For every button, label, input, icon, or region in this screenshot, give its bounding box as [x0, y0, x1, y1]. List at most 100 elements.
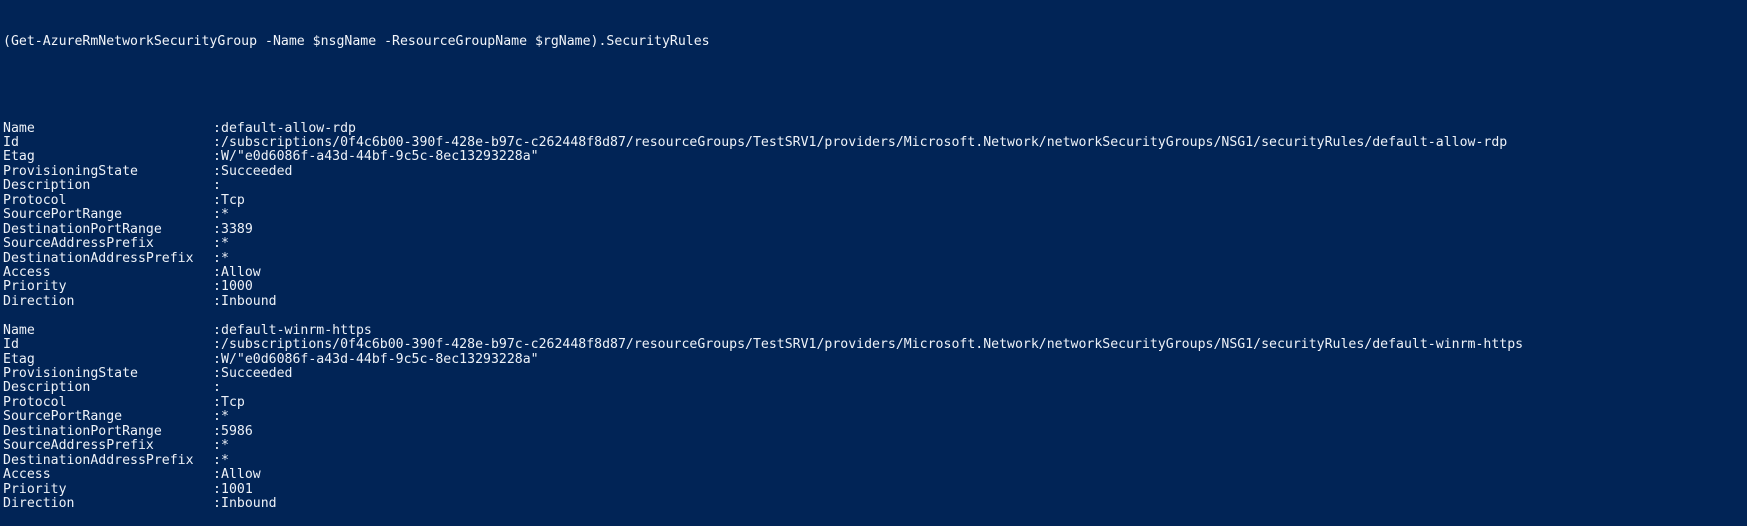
property-name: Priority [3, 482, 67, 497]
property-separator: : [213, 337, 221, 353]
property-separator: : [213, 351, 221, 367]
property-name: ProvisioningState [3, 367, 138, 382]
property-value: Allow [221, 264, 261, 280]
property-name: Description [3, 179, 91, 194]
property-value: * [221, 438, 229, 454]
property-name: DestinationPortRange [3, 424, 162, 439]
property-separator: : [213, 423, 221, 439]
security-rule-block: Name:default-winrm-https Id:/subscription… [3, 322, 1747, 512]
powershell-console-output[interactable]: (Get-AzureRmNetworkSecurityGroup -Name $… [0, 0, 1747, 511]
property-row: SourceAddressPrefix:* [3, 236, 1747, 252]
property-row: Access:Allow [3, 264, 1747, 280]
property-name: Name [3, 121, 35, 136]
property-value: * [221, 207, 229, 223]
property-separator: : [213, 120, 221, 136]
property-row: Etag:W/"e0d6086f-a43d-44bf-9c5c-8ec13293… [3, 351, 1747, 367]
property-row: DestinationPortRange:3389 [3, 221, 1747, 237]
property-name: SourceAddressPrefix [3, 439, 154, 454]
property-name: DestinationPortRange [3, 222, 162, 237]
property-name: Etag [3, 352, 35, 367]
property-name: Access [3, 265, 51, 280]
property-name: Access [3, 468, 51, 483]
property-row: Direction:Inbound [3, 293, 1747, 309]
property-row: Description: [3, 178, 1747, 194]
property-row: DestinationAddressPrefix:* [3, 452, 1747, 468]
property-name: Direction [3, 496, 75, 511]
property-separator: : [213, 467, 221, 483]
property-separator: : [213, 135, 221, 151]
property-row: SourcePortRange:* [3, 409, 1747, 425]
property-value: * [221, 250, 229, 266]
property-value: 3389 [221, 221, 253, 237]
property-row: Description: [3, 380, 1747, 396]
property-separator: : [213, 221, 221, 237]
property-row: Etag:W/"e0d6086f-a43d-44bf-9c5c-8ec13293… [3, 149, 1747, 165]
property-separator: : [213, 207, 221, 223]
property-separator: : [213, 438, 221, 454]
property-name: ProvisioningState [3, 164, 138, 179]
property-separator: : [213, 409, 221, 425]
property-separator: : [213, 264, 221, 280]
property-row: Id:/subscriptions/0f4c6b00-390f-428e-b97… [3, 337, 1747, 353]
property-row: Name:default-allow-rdp [3, 120, 1747, 136]
property-value: Allow [221, 467, 261, 483]
property-value: /subscriptions/0f4c6b00-390f-428e-b97c-c… [221, 337, 1524, 353]
security-rule-block: Name:default-allow-rdp Id:/subscriptions/… [3, 120, 1747, 310]
property-value: * [221, 409, 229, 425]
property-row: Priority:1001 [3, 481, 1747, 497]
security-rules-output: Name:default-allow-rdp Id:/subscriptions/… [3, 120, 1747, 512]
property-value: 1000 [221, 279, 253, 295]
property-separator: : [213, 495, 221, 511]
property-value: * [221, 236, 229, 252]
property-separator: : [213, 394, 221, 410]
property-name: Description [3, 381, 91, 396]
property-name: DestinationAddressPrefix [3, 453, 194, 468]
property-value: 5986 [221, 423, 253, 439]
property-name: Id [3, 338, 19, 353]
property-value: Inbound [221, 293, 277, 309]
property-name: SourcePortRange [3, 410, 123, 425]
property-row: DestinationPortRange:5986 [3, 423, 1747, 439]
property-row: SourceAddressPrefix:* [3, 438, 1747, 454]
property-value: default-winrm-https [221, 322, 372, 338]
property-row: Access:Allow [3, 467, 1747, 483]
property-name: Protocol [3, 395, 67, 410]
property-name: Protocol [3, 193, 67, 208]
property-name: SourceAddressPrefix [3, 237, 154, 252]
property-separator: : [213, 178, 221, 194]
property-name: Priority [3, 280, 67, 295]
property-value: Inbound [221, 495, 277, 511]
property-separator: : [213, 279, 221, 295]
property-value: /subscriptions/0f4c6b00-390f-428e-b97c-c… [221, 135, 1508, 151]
property-separator: : [213, 149, 221, 165]
property-value: Succeeded [221, 163, 293, 179]
property-row: Priority:1000 [3, 279, 1747, 295]
property-separator: : [213, 380, 221, 396]
property-name: SourcePortRange [3, 208, 123, 223]
property-value: * [221, 452, 229, 468]
property-separator: : [213, 322, 221, 338]
property-separator: : [213, 293, 221, 309]
property-row: ProvisioningState:Succeeded [3, 163, 1747, 179]
property-name: Etag [3, 150, 35, 165]
property-name: DestinationAddressPrefix [3, 251, 194, 266]
property-row: ProvisioningState:Succeeded [3, 366, 1747, 382]
property-separator: : [213, 250, 221, 266]
property-value: W/"e0d6086f-a43d-44bf-9c5c-8ec13293228a" [221, 149, 539, 165]
property-separator: : [213, 163, 221, 179]
property-value: default-allow-rdp [221, 120, 356, 136]
property-name: Direction [3, 294, 75, 309]
property-value: Tcp [221, 192, 245, 208]
property-name: Name [3, 323, 35, 338]
property-row: Protocol:Tcp [3, 394, 1747, 410]
property-row: DestinationAddressPrefix:* [3, 250, 1747, 266]
property-separator: : [213, 236, 221, 252]
property-value: Tcp [221, 394, 245, 410]
property-value: Succeeded [221, 366, 293, 382]
property-separator: : [213, 452, 221, 468]
property-value: W/"e0d6086f-a43d-44bf-9c5c-8ec13293228a" [221, 351, 539, 367]
property-value: 1001 [221, 481, 253, 497]
property-separator: : [213, 366, 221, 382]
property-row: Id:/subscriptions/0f4c6b00-390f-428e-b97… [3, 135, 1747, 151]
